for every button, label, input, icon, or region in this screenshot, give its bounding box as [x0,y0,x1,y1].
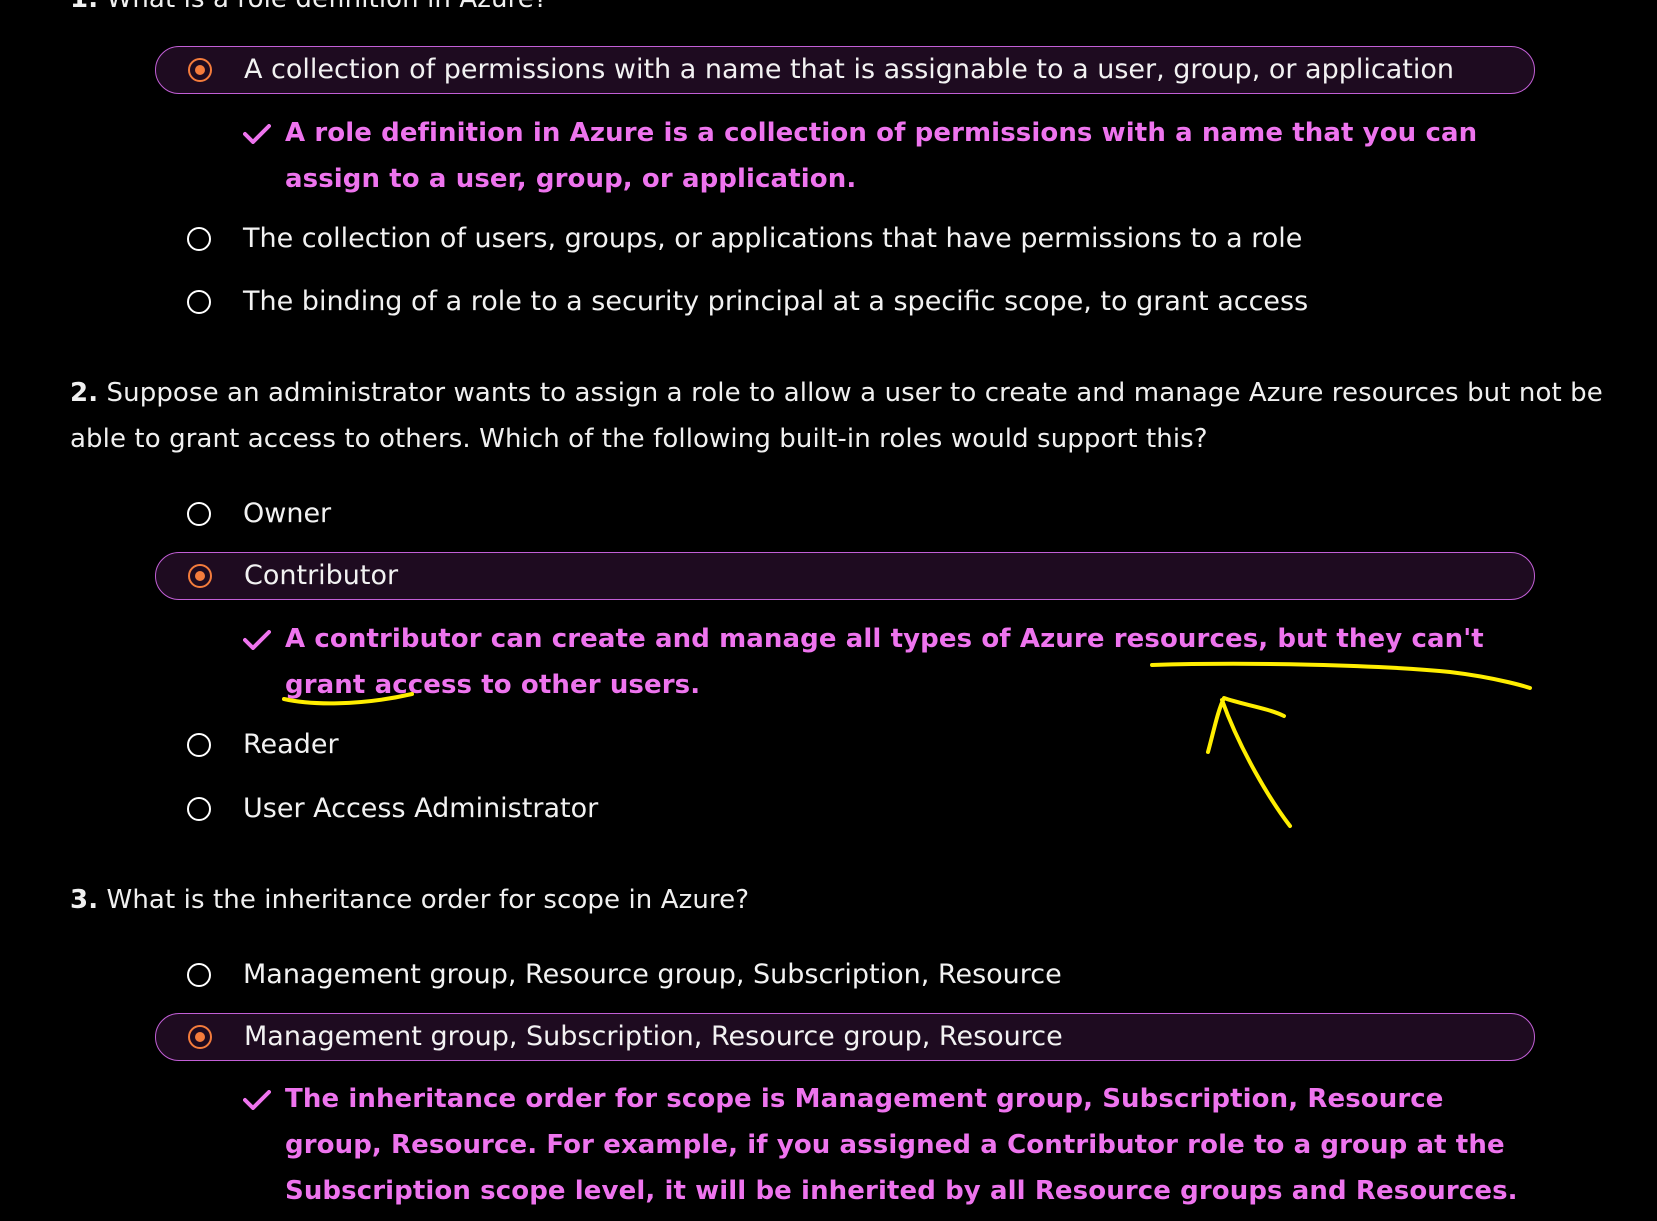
radio-selected-icon[interactable] [188,1025,212,1049]
question-text: What is a role definition in Azure? [107,0,548,14]
radio-unselected-icon[interactable] [187,502,211,526]
question-text: What is the inheritance order for scope … [106,885,750,915]
radio-unselected-icon[interactable] [187,290,211,314]
q3-option-2[interactable]: Management group, Subscription, Resource… [155,1013,1535,1061]
question-1: 1. What is a role definition in Azure? [70,0,1610,22]
radio-unselected-icon[interactable] [187,227,211,251]
feedback-text: A contributor can create and manage all … [285,624,1484,700]
option-label: The binding of a role to a security prin… [243,286,1309,317]
question-number: 1. [70,0,98,14]
checkmark-icon [243,630,271,650]
q2-feedback: A contributor can create and manage all … [243,616,1543,708]
q2-option-3[interactable]: Reader [155,722,1535,770]
question-3: 3. What is the inheritance order for sco… [70,877,1610,923]
feedback-text: The inheritance order for scope is Manag… [285,1084,1518,1206]
option-label: Management group, Subscription, Resource… [244,1021,1063,1052]
checkmark-icon [243,124,271,144]
radio-unselected-icon[interactable] [187,797,211,821]
q3-feedback: The inheritance order for scope is Manag… [243,1076,1543,1214]
option-label: The collection of users, groups, or appl… [243,223,1303,254]
question-number: 2. [70,378,99,408]
q1-option-1[interactable]: A collection of permissions with a name … [155,46,1535,94]
option-label: User Access Administrator [243,793,599,824]
q2-option-1[interactable]: Owner [155,491,1535,539]
option-label: Management group, Resource group, Subscr… [243,959,1062,990]
option-label: A collection of permissions with a name … [244,54,1454,85]
radio-unselected-icon[interactable] [187,733,211,757]
q1-feedback: A role definition in Azure is a collecti… [243,110,1543,202]
checkmark-icon [243,1090,271,1110]
q2-option-2[interactable]: Contributor [155,552,1535,600]
q1-option-2[interactable]: The collection of users, groups, or appl… [155,216,1535,264]
option-label: Contributor [244,560,399,591]
q1-option-3[interactable]: The binding of a role to a security prin… [155,279,1535,327]
option-label: Owner [243,498,332,529]
radio-selected-icon[interactable] [188,564,212,588]
quiz-page: 1. What is a role definition in Azure? A… [0,0,1657,1221]
radio-unselected-icon[interactable] [187,963,211,987]
feedback-text: A role definition in Azure is a collecti… [285,118,1478,194]
q3-option-1[interactable]: Management group, Resource group, Subscr… [155,952,1535,1000]
question-text: Suppose an administrator wants to assign… [70,378,1603,454]
question-number: 3. [70,885,99,915]
radio-selected-icon[interactable] [188,58,212,82]
question-2: 2. Suppose an administrator wants to ass… [70,370,1610,462]
q2-option-4[interactable]: User Access Administrator [155,786,1535,834]
option-label: Reader [243,729,339,760]
